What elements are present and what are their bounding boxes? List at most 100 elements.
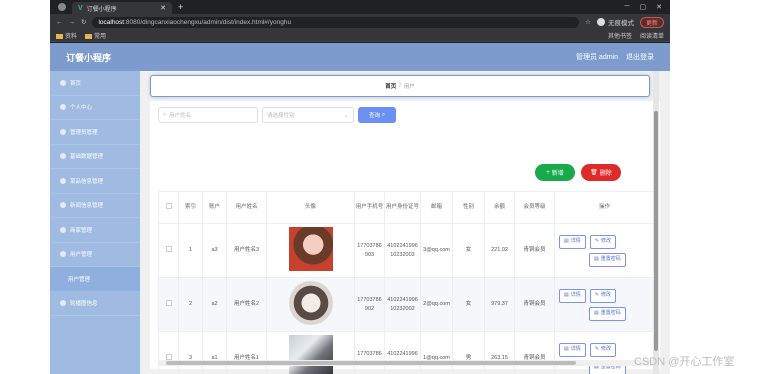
update-button[interactable]: 更新: [639, 16, 664, 28]
checkbox[interactable]: [165, 353, 172, 360]
row-select-cell[interactable]: [158, 223, 179, 278]
detail-button[interactable]: ▤ 详情: [559, 342, 586, 357]
add-button[interactable]: + 新增: [535, 164, 575, 181]
sidebar-item-label: 基础数据管理: [70, 154, 104, 161]
breadcrumb-home[interactable]: 首页: [385, 82, 396, 90]
delete-button[interactable]: 🗑 删除: [581, 164, 621, 181]
box-icon: [60, 177, 66, 184]
reset-password-button[interactable]: ▤ 重置密码: [589, 252, 626, 267]
checkbox[interactable]: [165, 202, 172, 209]
forward-icon[interactable]: →: [69, 19, 76, 26]
url-path: :8080/dingcanxiaochengxu/admin/dist/inde…: [124, 18, 292, 26]
sidebar: 首页 个人中心 管理员管理 基础数据管理 菜品信息管理 新闻信息管理 商家管理 …: [50, 71, 140, 374]
browser-icon: [58, 3, 66, 11]
sidebar-item-users[interactable]: 用户管理: [50, 243, 140, 267]
bookmark-item[interactable]: 资料: [56, 31, 77, 40]
app-title: 订餐小程序: [66, 52, 112, 63]
profile-label: 无痕模式: [607, 20, 634, 27]
logout-button[interactable]: 退出登录: [626, 52, 654, 62]
sidebar-item-profile[interactable]: 个人中心: [50, 96, 140, 120]
reset-password-button[interactable]: ▤ 重置密码: [589, 306, 626, 321]
sidebar-item-home[interactable]: 首页: [50, 71, 140, 96]
detail-button[interactable]: ▤ 详情: [559, 288, 586, 303]
bookmark-item[interactable]: 常用: [85, 31, 106, 40]
user-icon: [60, 104, 66, 111]
sidebar-item-merchants[interactable]: 商家管理: [50, 218, 140, 243]
minimize-icon[interactable]: ─: [625, 3, 630, 11]
sidebar-item-label: 管理员管理: [70, 129, 98, 136]
gender-select[interactable]: 请选择性别 ⌄: [262, 107, 354, 123]
balance-cell: 263.15: [484, 331, 515, 374]
column-header: 邮箱: [420, 191, 453, 224]
vertical-scrollbar[interactable]: [653, 71, 659, 374]
sidebar-item-basedata[interactable]: 基础数据管理: [50, 145, 140, 169]
sidebar-item-admins[interactable]: 管理员管理: [50, 120, 140, 145]
content-panel: ⌕用户姓名 请选择性别⌄ 查询⌕ +新增 🗑删除 索引 账户 用户姓名: [150, 101, 660, 374]
column-header: 用户手机号: [354, 191, 385, 224]
main-content: 首页 / 用户 ⌕ 用户姓名 请选择性别 ⌄ 查询 ⌕ + 新增 🗑 删除 索引…: [140, 71, 670, 374]
idcard-cell: 410224199610232001: [384, 331, 421, 374]
column-header: 性别: [452, 191, 485, 224]
flag-icon: [60, 128, 66, 135]
close-window-icon[interactable]: ✕: [656, 3, 662, 11]
select-all-cell[interactable]: [158, 191, 179, 224]
breadcrumb-current: 用户: [403, 84, 415, 90]
horizontal-scrollbar[interactable]: [158, 360, 658, 366]
checkbox[interactable]: [165, 245, 172, 252]
back-icon[interactable]: ←: [56, 19, 63, 26]
checkbox[interactable]: [165, 299, 172, 306]
email-cell: 1@qq.com: [420, 331, 453, 374]
tab-title: 订餐小程序: [86, 6, 117, 13]
browser-tab[interactable]: V 订餐小程序 ✕: [72, 2, 172, 14]
detail-label: 详情: [570, 238, 581, 244]
index-cell: 1: [178, 223, 203, 278]
sidebar-subitem-users[interactable]: 用户管理: [50, 267, 140, 292]
search-icon: ⌕: [381, 111, 386, 118]
avatar-cell: [266, 331, 355, 374]
edit-button[interactable]: ✎ 修改: [589, 342, 616, 357]
edit-button[interactable]: ✎ 修改: [589, 288, 616, 303]
search-button[interactable]: 查询 ⌕: [358, 107, 396, 123]
browser-window: V 订餐小程序 ✕ + ─ ▢ ✕ ← → ↻ localhost:8080/d…: [50, 0, 670, 374]
row-select-cell[interactable]: [158, 331, 179, 374]
index-cell: 3: [178, 331, 203, 374]
profile-button[interactable]: 无痕模式: [596, 17, 634, 27]
document-icon: ▤: [564, 238, 569, 244]
avatar: [596, 18, 605, 26]
star-icon[interactable]: ☆: [585, 18, 591, 26]
edit-label: 修改: [600, 238, 611, 244]
app: 订餐小程序 管理员 admin 退出登录 首页 个人中心 管理员管理 基础数据管…: [50, 43, 670, 374]
detail-button[interactable]: ▤ 详情: [559, 234, 586, 249]
edit-label: 修改: [600, 346, 611, 352]
name-search-input[interactable]: ⌕ 用户姓名: [158, 107, 258, 123]
scrollbar-thumb[interactable]: [166, 361, 576, 365]
watermark: CSDN @开心工作室: [634, 356, 735, 368]
avatar-image: [288, 226, 333, 271]
users-table: 索引 账户 用户姓名 头像 用户手机号 用户身份证号 邮箱 性别 余额 会员等级: [158, 191, 655, 374]
maximize-icon[interactable]: ▢: [640, 3, 647, 11]
column-header: 用户姓名: [226, 191, 267, 224]
sidebar-item-dishes[interactable]: 菜品信息管理: [50, 169, 140, 194]
gender-cell: 女: [452, 223, 485, 278]
scrollbar-thumb[interactable]: [654, 111, 658, 351]
bookmark-other[interactable]: 其他书签: [608, 31, 632, 40]
gender-cell: 女: [452, 277, 485, 332]
folder-icon: [85, 33, 93, 39]
new-tab-icon[interactable]: +: [178, 2, 183, 12]
reading-list[interactable]: 阅读清单: [640, 31, 664, 40]
column-header: 账户: [202, 191, 227, 224]
table-header-row: 索引 账户 用户姓名 头像 用户手机号 用户身份证号 邮箱 性别 余额 会员等级: [158, 191, 655, 224]
sidebar-item-news[interactable]: 新闻信息管理: [50, 194, 140, 218]
tab-close-icon[interactable]: ✕: [160, 4, 166, 12]
bookmark-label: 常用: [94, 34, 107, 40]
reload-icon[interactable]: ↻: [81, 18, 86, 26]
gender-cell: 男: [452, 331, 485, 374]
edit-button[interactable]: ✎ 修改: [589, 234, 616, 249]
operations-cell: ▤ 详情 ✎ 修改 ▤ 重置密码: [554, 223, 655, 278]
vue-logo-icon: V: [78, 4, 83, 12]
row-select-cell[interactable]: [158, 277, 179, 332]
sidebar-item-carousel[interactable]: 轮播图信息: [50, 292, 140, 316]
url-field[interactable]: localhost:8080/dingcanxiaochengxu/admin/…: [92, 16, 580, 28]
sidebar-item-label: 首页: [70, 80, 82, 87]
phone-cell: 17703786902: [354, 277, 385, 332]
